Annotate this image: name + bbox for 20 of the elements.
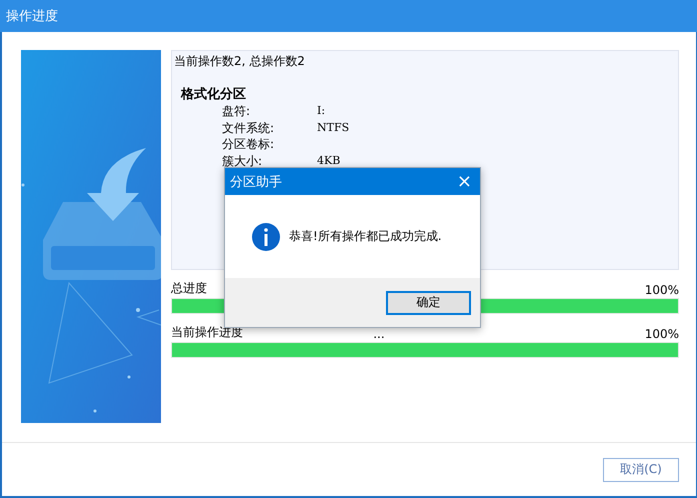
info-icon <box>251 222 281 252</box>
dialog-title: 分区助手 <box>230 174 282 190</box>
progress-percent: 100% <box>644 283 679 297</box>
dialog-message: 恭喜!所有操作都已成功完成. <box>289 228 442 245</box>
window-title: 操作进度 <box>6 8 58 25</box>
field-value: I: <box>317 103 326 119</box>
field-label: 盘符: <box>222 103 252 120</box>
progress-status: ... <box>373 327 385 341</box>
ok-button[interactable]: 确定 <box>386 290 471 314</box>
field-label: 分区卷标: <box>222 136 276 152</box>
cancel-button[interactable]: 取消(C) <box>603 458 679 482</box>
field-value: NTFS <box>317 120 350 136</box>
operation-count: 当前操作数2, 总操作数2 <box>174 53 306 69</box>
field-label: 簇大小: <box>222 152 264 169</box>
close-button[interactable]: × <box>456 172 472 190</box>
progress-label: 总进度 <box>171 280 207 297</box>
field-value: 4KB <box>317 152 340 168</box>
field-label: 文件系统: <box>222 120 276 136</box>
operation-title: 格式化分区 <box>181 87 247 103</box>
progress-percent: 100% <box>644 327 679 341</box>
